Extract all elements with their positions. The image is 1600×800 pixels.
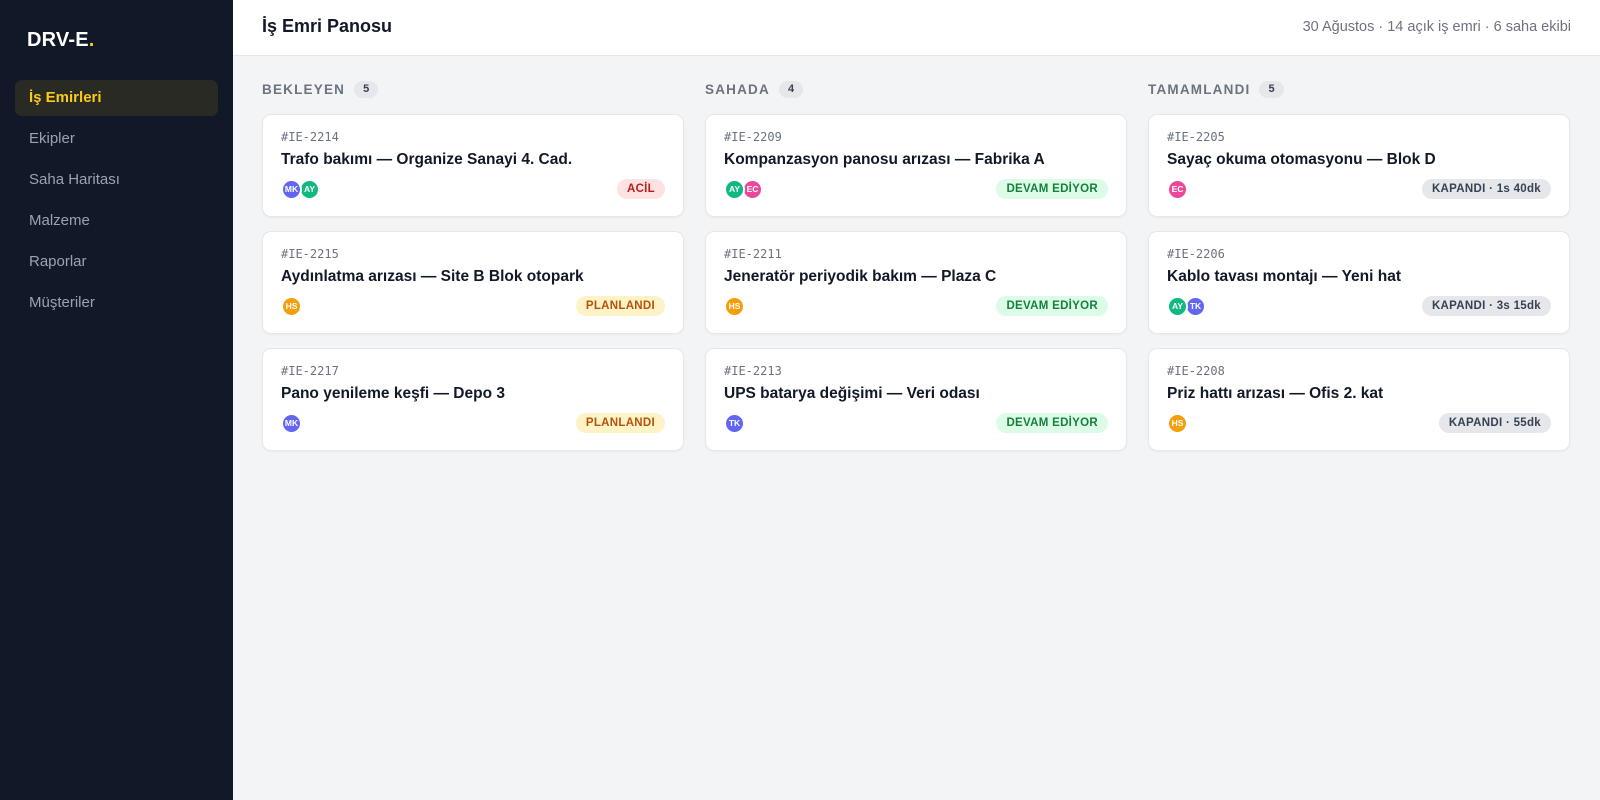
- kanban-board: BEKLEYEN 5 #IE-2214 Trafo bakımı — Organize…: [233, 56, 1600, 465]
- work-order-id: #IE-2206: [1167, 247, 1225, 261]
- work-order-card[interactable]: #IE-2206 Kablo tavası montajı — Yeni hat A…: [1148, 231, 1570, 334]
- work-order-card[interactable]: #IE-2208 Priz hattı arızası — Ofis 2. kat…: [1148, 348, 1570, 451]
- avatar[interactable]: HS: [1167, 412, 1188, 434]
- column-header: SAHADA 4: [705, 80, 1127, 98]
- work-order-id: #IE-2211: [724, 247, 782, 261]
- avatar[interactable]: TK: [1185, 295, 1206, 317]
- work-order-id: #IE-2213: [724, 364, 782, 378]
- work-order-card[interactable]: #IE-2217 Pano yenileme keşfi — Depo 3 MK PL…: [262, 348, 684, 451]
- assignee-avatars: AY TK: [1167, 295, 1206, 317]
- work-order-title: Kompanzasyon panosu arızası — Fabrika A: [724, 151, 1045, 168]
- main-area: İş Emri Panosu 30 Ağustos · 14 açık iş e…: [233, 0, 1600, 800]
- avatar[interactable]: MK: [281, 178, 302, 200]
- assignee-avatars: EC: [1167, 178, 1188, 200]
- work-order-title: Trafo bakımı — Organize Sanayi 4. Cad.: [281, 151, 573, 168]
- card-footer: AY EC DEVAM EDİYOR: [724, 178, 1108, 200]
- sidebar-item-musteriler[interactable]: Müşteriler: [15, 285, 218, 321]
- avatar[interactable]: HS: [724, 295, 745, 317]
- status-badge: DEVAM EDİYOR: [996, 296, 1108, 316]
- column-count-badge: 5: [354, 80, 379, 98]
- status-badge: KAPANDI · 55dk: [1438, 413, 1551, 433]
- work-order-card[interactable]: #IE-2211 Jeneratör periyodik bakım — Plaz…: [705, 231, 1127, 334]
- avatar[interactable]: EC: [742, 178, 763, 200]
- card-footer: HS KAPANDI · 55dk: [1167, 412, 1551, 434]
- work-order-id: #IE-2217: [281, 364, 339, 378]
- column-bekleyen: BEKLEYEN 5 #IE-2214 Trafo bakımı — Organize…: [262, 80, 684, 465]
- work-order-id: #IE-2205: [1167, 130, 1225, 144]
- assignee-avatars: TK: [724, 412, 745, 434]
- sidebar-item-saha-haritasi[interactable]: Saha Haritası: [15, 162, 218, 198]
- sidebar-item-malzeme[interactable]: Malzeme: [15, 203, 218, 239]
- sidebar-item-raporlar[interactable]: Raporlar: [15, 244, 218, 280]
- avatar[interactable]: MK: [281, 412, 302, 434]
- column-sahada: SAHADA 4 #IE-2209 Kompanzasyon panosu arıza…: [705, 80, 1127, 465]
- sidebar-item-ekipler[interactable]: Ekipler: [15, 121, 218, 157]
- assignee-avatars: AY EC: [724, 178, 763, 200]
- status-badge: KAPANDI · 1s 40dk: [1421, 179, 1551, 199]
- card-footer: HS DEVAM EDİYOR: [724, 295, 1108, 317]
- avatar[interactable]: AY: [1167, 295, 1188, 317]
- avatar[interactable]: EC: [1167, 178, 1188, 200]
- work-order-title: Sayaç okuma otomasyonu — Blok D: [1167, 151, 1436, 168]
- status-badge: DEVAM EDİYOR: [996, 413, 1108, 433]
- card-footer: MK PLANLANDI: [281, 412, 665, 434]
- column-title: SAHADA: [705, 81, 770, 97]
- work-order-card[interactable]: #IE-2213 UPS batarya değişimi — Veri odas…: [705, 348, 1127, 451]
- column-title: TAMAMLANDI: [1148, 81, 1251, 97]
- status-badge: KAPANDI · 3s 15dk: [1421, 296, 1551, 316]
- assignee-avatars: HS: [724, 295, 745, 317]
- work-order-id: #IE-2214: [281, 130, 339, 144]
- sidebar-item-is-emirleri[interactable]: İş Emirleri: [15, 80, 218, 116]
- top-bar: İş Emri Panosu 30 Ağustos · 14 açık iş e…: [233, 0, 1600, 56]
- column-count-badge: 4: [778, 80, 804, 98]
- work-order-title: Jeneratör periyodik bakım — Plaza C: [724, 268, 997, 285]
- status-badge: ACİL: [616, 179, 665, 199]
- avatar[interactable]: TK: [724, 412, 745, 434]
- work-order-card[interactable]: #IE-2205 Sayaç okuma otomasyonu — Blok D E…: [1148, 114, 1570, 217]
- work-order-title: UPS batarya değişimi — Veri odası: [724, 385, 980, 402]
- avatar[interactable]: AY: [299, 178, 320, 200]
- sidebar-nav: İş Emirleri Ekipler Saha Haritası Malzem…: [0, 80, 233, 321]
- assignee-avatars: HS: [281, 295, 302, 317]
- card-footer: HS PLANLANDI: [281, 295, 665, 317]
- app-logo[interactable]: DRV-E.: [0, 30, 233, 50]
- column-tamamlandi: TAMAMLANDI 5 #IE-2205 Sayaç okuma otomasyon…: [1148, 80, 1570, 465]
- work-order-card[interactable]: #IE-2215 Aydınlatma arızası — Site B Blok…: [262, 231, 684, 334]
- status-badge: PLANLANDI: [575, 413, 665, 433]
- column-title: BEKLEYEN: [262, 81, 346, 97]
- column-header: BEKLEYEN 5: [262, 80, 684, 98]
- status-badge: DEVAM EDİYOR: [996, 179, 1108, 199]
- sidebar: DRV-E. İş Emirleri Ekipler Saha Haritası…: [0, 0, 233, 800]
- card-footer: MK AY ACİL: [281, 178, 665, 200]
- work-order-card[interactable]: #IE-2209 Kompanzasyon panosu arızası — Fa…: [705, 114, 1127, 217]
- work-order-title: Kablo tavası montajı — Yeni hat: [1167, 268, 1401, 285]
- status-badge: PLANLANDI: [575, 296, 665, 316]
- card-footer: AY TK KAPANDI · 3s 15dk: [1167, 295, 1551, 317]
- logo-text: DRV-E: [27, 29, 89, 51]
- page-title: İş Emri Panosu: [262, 16, 393, 36]
- work-order-id: #IE-2215: [281, 247, 339, 261]
- work-order-title: Aydınlatma arızası — Site B Blok otopark: [281, 268, 584, 285]
- assignee-avatars: MK: [281, 412, 302, 434]
- column-count-badge: 5: [1259, 80, 1284, 98]
- work-order-title: Priz hattı arızası — Ofis 2. kat: [1167, 385, 1384, 402]
- avatar[interactable]: HS: [281, 295, 302, 317]
- work-order-id: #IE-2209: [724, 130, 782, 144]
- header-summary: 30 Ağustos · 14 açık iş emri · 6 saha ek…: [1302, 18, 1571, 35]
- work-order-title: Pano yenileme keşfi — Depo 3: [281, 385, 505, 402]
- work-order-id: #IE-2208: [1167, 364, 1225, 378]
- logo-dot: .: [88, 29, 95, 51]
- card-footer: EC KAPANDI · 1s 40dk: [1167, 178, 1551, 200]
- column-header: TAMAMLANDI 5: [1148, 80, 1570, 98]
- work-order-card[interactable]: #IE-2214 Trafo bakımı — Organize Sanayi 4…: [262, 114, 684, 217]
- assignee-avatars: HS: [1167, 412, 1188, 434]
- card-footer: TK DEVAM EDİYOR: [724, 412, 1108, 434]
- assignee-avatars: MK AY: [281, 178, 320, 200]
- avatar[interactable]: AY: [724, 178, 745, 200]
